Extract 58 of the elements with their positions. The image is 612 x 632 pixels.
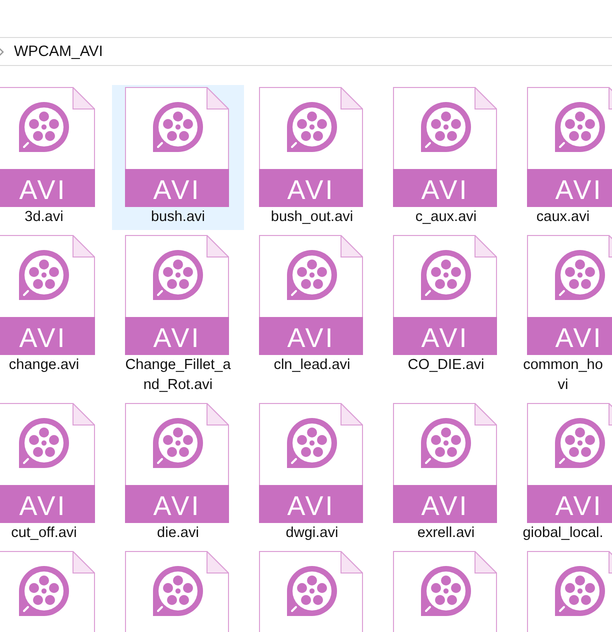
chevron-icon[interactable] (0, 46, 5, 56)
file-item[interactable]: AVI CO_DIE.avi (380, 233, 512, 378)
file-item[interactable]: AVI Change_Fillet_a nd_Rot.avi (112, 233, 244, 398)
video-file-icon (259, 87, 363, 207)
file-name: caux.avi (536, 208, 590, 227)
file-name: bush_out.avi (270, 208, 354, 227)
file-type-label: AVI (152, 174, 202, 207)
file-name: cut_off.avi (11, 524, 77, 543)
file-type-label: AVI (286, 174, 336, 207)
file-name: die.avi (157, 524, 199, 543)
file-name: change.avi (8, 356, 80, 375)
file-type-label: AVI (554, 174, 604, 207)
file-name: c_aux.avi (415, 208, 477, 227)
file-type-label: AVI (554, 490, 604, 523)
file-item[interactable]: AVI common_ho vi (514, 233, 612, 398)
video-file-icon (259, 403, 363, 523)
file-item[interactable]: AVI exrell.avi (380, 401, 512, 546)
file-type-label: AVI (554, 322, 604, 355)
file-name: 3d.avi (24, 208, 64, 227)
file-item[interactable]: AVI cut_off.avi (0, 401, 110, 546)
file-type-label: AVI (286, 490, 336, 523)
file-name: Change_Fillet_a (125, 356, 231, 375)
file-name: bush.avi (150, 208, 205, 227)
file-item[interactable]: AVI dwgi.avi (246, 401, 378, 546)
file-name: vi (558, 376, 568, 395)
file-name: giobal_local. (522, 524, 604, 543)
file-item[interactable]: AVI die.avi (112, 401, 244, 546)
video-file-icon (125, 403, 229, 523)
file-item[interactable]: AVI cln_lead.avi (246, 233, 378, 378)
file-type-label: AVI (152, 322, 202, 355)
file-name: cln_lead.avi (274, 356, 350, 375)
file-name: dwgi.avi (286, 524, 338, 543)
file-type-label: AVI (18, 322, 68, 355)
file-item[interactable]: AVI bush_out.avi (246, 85, 378, 230)
folder-name[interactable]: WPCAM_AVI (14, 43, 103, 60)
file-item[interactable]: AVI 3d.avi (0, 85, 110, 230)
file-type-label: AVI (286, 322, 336, 355)
file-name: common_ho (523, 356, 603, 375)
file-item[interactable]: AVI caux.avi (514, 85, 612, 230)
video-file-icon (393, 235, 497, 355)
file-type-label: AVI (18, 174, 68, 207)
file-item[interactable]: AVI change.avi (0, 233, 110, 378)
video-file-icon (125, 235, 229, 355)
file-item[interactable]: AVI bush.avi (112, 85, 244, 230)
video-file-icon (259, 235, 363, 355)
file-item[interactable]: AVI giobal_local. (514, 401, 612, 546)
video-file-icon (393, 403, 497, 523)
file-name: exrell.avi (417, 524, 475, 543)
file-type-label: AVI (18, 490, 68, 523)
file-name: nd_Rot.avi (143, 376, 213, 395)
file-item[interactable]: AVI c_aux.avi (380, 85, 512, 230)
video-file-icon (125, 87, 229, 207)
file-type-label: AVI (420, 322, 470, 355)
file-type-label: AVI (420, 490, 470, 523)
video-file-icon (393, 87, 497, 207)
file-type-label: AVI (420, 174, 470, 207)
file-type-label: AVI (152, 490, 202, 523)
file-name: CO_DIE.avi (408, 356, 484, 375)
